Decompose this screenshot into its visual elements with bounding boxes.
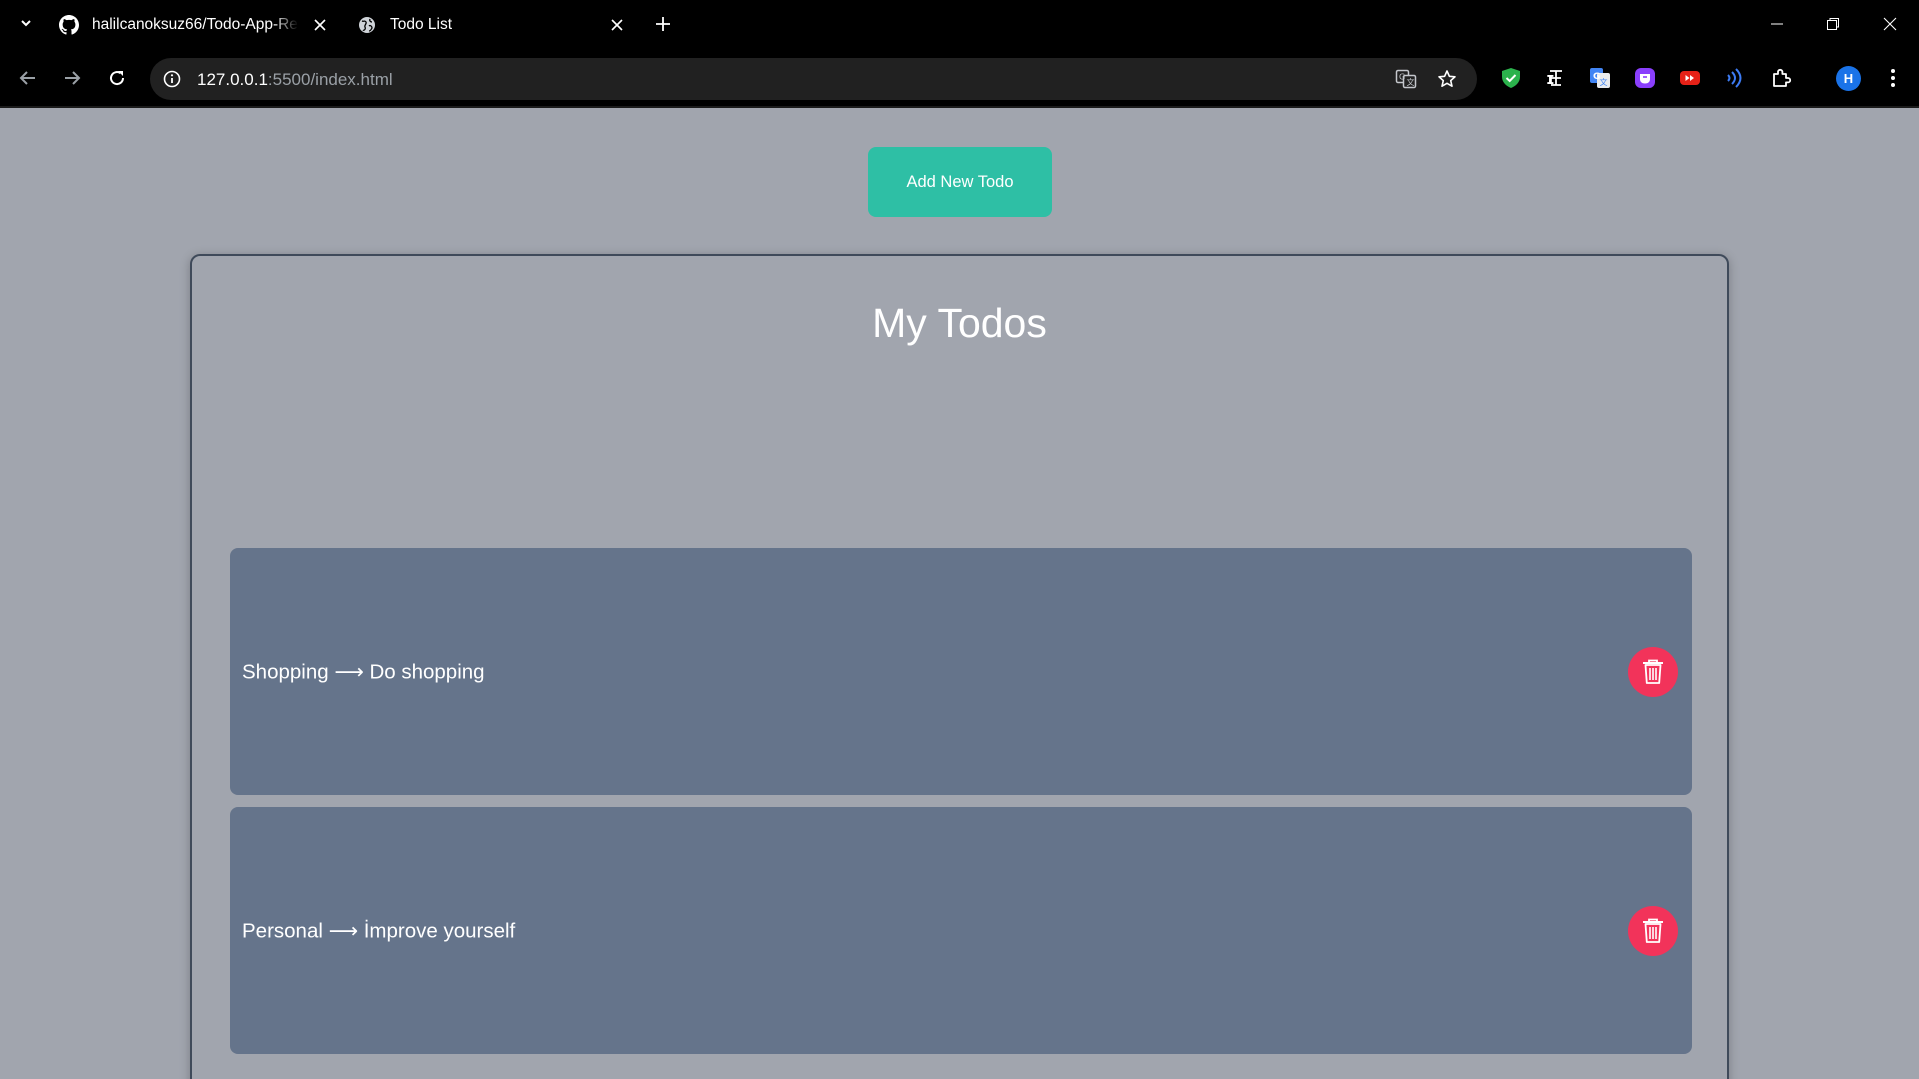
- tab-github[interactable]: halilcanoksuz66/Todo-App-Resp: [58, 6, 330, 44]
- todo-category: Shopping: [242, 660, 329, 683]
- url-path: :5500/index.html: [267, 70, 393, 89]
- todo-category: Personal: [242, 919, 323, 942]
- todo-arrow: ⟶: [334, 660, 364, 683]
- more-vertical-icon[interactable]: [1880, 65, 1906, 91]
- svg-text:文: 文: [1407, 77, 1415, 87]
- github-icon: [58, 14, 80, 36]
- shield-check-icon[interactable]: [1498, 65, 1524, 91]
- todo-text: Shopping ⟶ Do shopping: [242, 659, 485, 684]
- todo-item: Shopping ⟶ Do shopping: [230, 548, 1692, 795]
- tab-title: Todo List: [390, 16, 453, 33]
- todos-card: My Todos Shopping ⟶ Do shopping Personal…: [190, 254, 1729, 1079]
- minimize-icon[interactable]: [1754, 8, 1800, 40]
- svg-text:G: G: [1399, 73, 1405, 82]
- translate-ext-icon[interactable]: ɪ: [1543, 65, 1569, 91]
- page-title: My Todos: [872, 300, 1047, 346]
- svg-text:文: 文: [1600, 77, 1608, 87]
- todo-arrow: ⟶: [328, 919, 359, 942]
- todo-text: Personal ⟶ İmprove yourself: [242, 918, 515, 943]
- todo-description: Do shopping: [369, 660, 485, 683]
- close-icon[interactable]: [607, 15, 627, 35]
- todo-item: Personal ⟶ İmprove yourself: [230, 807, 1692, 1054]
- url-text: 127.0.0.1:5500/index.html: [197, 70, 393, 90]
- purple-ext-icon[interactable]: [1632, 65, 1658, 91]
- tab-search-chevron-icon[interactable]: [14, 11, 38, 35]
- back-arrow-icon[interactable]: [13, 63, 43, 93]
- window-close-icon[interactable]: [1867, 8, 1913, 40]
- puzzle-icon[interactable]: [1768, 65, 1794, 91]
- translate-page-icon[interactable]: G文: [1394, 67, 1418, 91]
- youtube-ext-icon[interactable]: [1677, 65, 1703, 91]
- site-info-icon[interactable]: [160, 67, 184, 91]
- trash-icon: [1643, 659, 1663, 684]
- restore-icon[interactable]: [1810, 8, 1856, 40]
- globe-icon: [356, 14, 378, 36]
- tab-todo-list[interactable]: Todo List: [356, 6, 628, 44]
- close-icon[interactable]: [310, 15, 330, 35]
- google-translate-icon[interactable]: G文: [1587, 65, 1613, 91]
- bookmark-star-icon[interactable]: [1435, 67, 1459, 91]
- tab-title: halilcanoksuz66/Todo-App-Resp: [92, 16, 298, 33]
- add-new-todo-button[interactable]: Add New Todo: [868, 147, 1052, 217]
- address-bar[interactable]: 127.0.0.1:5500/index.html G文: [150, 58, 1477, 100]
- todo-description: İmprove yourself: [363, 919, 516, 942]
- trash-icon: [1643, 918, 1663, 943]
- new-tab-plus-icon[interactable]: [652, 13, 674, 35]
- tab-bar: halilcanoksuz66/Todo-App-Resp Todo List: [0, 0, 1919, 50]
- forward-arrow-icon[interactable]: [57, 63, 87, 93]
- delete-todo-button[interactable]: [1628, 905, 1678, 956]
- reload-icon[interactable]: [102, 63, 132, 93]
- delete-todo-button[interactable]: [1628, 646, 1678, 697]
- audio-wave-icon[interactable]: [1721, 65, 1747, 91]
- browser-toolbar: 127.0.0.1:5500/index.html G文 ɪ G文 H: [0, 50, 1919, 108]
- url-host: 127.0.0.1: [197, 70, 268, 89]
- profile-avatar[interactable]: H: [1836, 66, 1861, 91]
